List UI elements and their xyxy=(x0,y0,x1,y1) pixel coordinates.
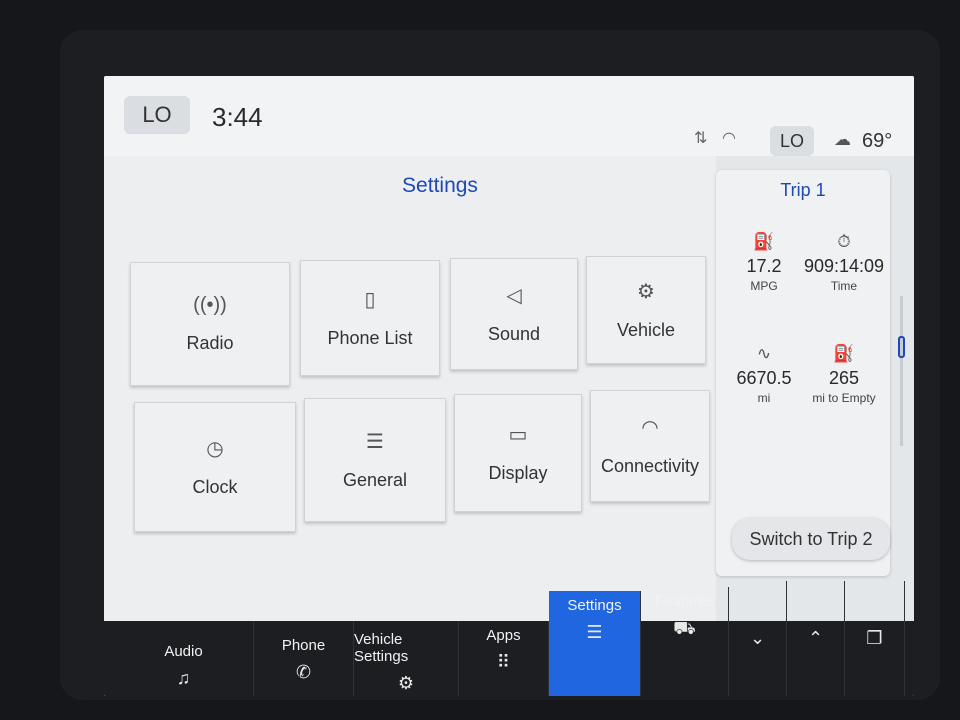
tile-clock[interactable]: ◷ Clock xyxy=(134,402,296,532)
signal-updown-icon: ⇅ xyxy=(694,130,708,147)
tile-label: Clock xyxy=(192,477,238,497)
nav-label: Settings xyxy=(567,597,622,614)
switch-trip-button[interactable]: Switch to Trip 2 xyxy=(732,518,890,560)
vehicle-settings-icon: ⚙ xyxy=(397,673,415,693)
road-distance-icon: ∿ xyxy=(756,344,772,363)
nav-phone[interactable]: Phone ✆ xyxy=(254,621,354,696)
sliders-icon: ☰ xyxy=(586,622,603,642)
chevron-up-icon[interactable]: ⌃ xyxy=(787,581,845,696)
radio-antenna-icon: ((•)) xyxy=(193,294,227,316)
window-stack-icon[interactable]: ❐ xyxy=(845,581,905,696)
weather-thermometer-icon: ☁ xyxy=(834,130,851,149)
sliders-icon: ☰ xyxy=(366,431,384,453)
wifi-icon: ◠ xyxy=(722,130,736,147)
metric-unit: Time xyxy=(830,279,858,293)
page-title: Settings xyxy=(402,174,478,197)
nav-label: Features xyxy=(654,593,715,610)
scrollbar-thumb[interactable] xyxy=(898,336,905,358)
nav-vehicle-settings[interactable]: Vehicle Settings ⚙ xyxy=(354,621,459,696)
apps-grid-icon: ⠿ xyxy=(496,652,511,672)
touch-screen: LO 3:44 ⇅ ◠ LO ☁ 69° Settings ((•)) Radi… xyxy=(104,76,914,696)
fuel-economy-icon: ⛽ xyxy=(753,232,775,251)
phone-list-icon: ▯ xyxy=(364,289,376,311)
nav-settings[interactable]: Settings ☰ xyxy=(549,591,641,696)
stopwatch-icon: ⏱ xyxy=(837,232,851,251)
tile-general[interactable]: ☰ General xyxy=(304,398,446,522)
metric-value: 17.2 xyxy=(746,256,782,276)
metric-unit: mi xyxy=(757,391,771,405)
tile-label: General xyxy=(342,470,408,490)
trip-panel: Trip 1 ⛽ 17.2 MPG ⏱ 909:14:09 Time ∿ 667… xyxy=(716,170,890,576)
tile-label: Connectivity xyxy=(600,456,700,476)
display-icon: ▭ xyxy=(508,424,528,446)
tile-sound[interactable]: ◁ Sound xyxy=(450,258,578,370)
tile-label: Vehicle xyxy=(616,320,676,340)
nav-label: Audio xyxy=(164,643,203,660)
tile-label: Radio xyxy=(186,333,234,353)
clock-icon: ◷ xyxy=(206,438,224,460)
tile-connectivity[interactable]: ◠ Connectivity xyxy=(590,390,710,502)
trip-title: Trip 1 xyxy=(780,180,826,200)
nav-label: Vehicle Settings xyxy=(354,631,409,665)
speaker-icon: ◁ xyxy=(506,285,522,307)
clock-time: 3:44 xyxy=(212,102,263,132)
chevron-down-icon[interactable]: ⌄ xyxy=(729,581,787,696)
outside-temperature: 69° xyxy=(862,130,893,152)
trip-metric-distance: ∿ 6670.5 mi xyxy=(722,344,806,405)
status-bar: LO 3:44 ⇅ ◠ LO ☁ 69° xyxy=(104,76,914,156)
metric-value: 909:14:09 xyxy=(803,256,885,276)
nav-apps[interactable]: Apps ⠿ xyxy=(459,621,549,696)
tile-phone-list[interactable]: ▯ Phone List xyxy=(300,260,440,376)
nav-audio[interactable]: Audio ♫ xyxy=(114,621,254,696)
wifi-icon: ◠ xyxy=(641,417,659,439)
nav-label: Apps xyxy=(486,627,521,644)
climate-temp-left[interactable]: LO xyxy=(124,96,190,134)
phone-icon: ✆ xyxy=(295,662,312,682)
metric-unit: MPG xyxy=(750,279,778,293)
metric-unit: mi to Empty xyxy=(812,391,876,405)
fuel-pump-icon: ⛽ xyxy=(833,344,855,363)
trip-metric-mpg: ⛽ 17.2 MPG xyxy=(722,232,806,293)
scrollbar-track[interactable] xyxy=(900,296,903,446)
metric-value: 6670.5 xyxy=(736,368,792,388)
tile-radio[interactable]: ((•)) Radio xyxy=(130,262,290,386)
tile-label: Display xyxy=(488,463,548,483)
nav-label: Phone xyxy=(281,637,326,654)
tile-label: Phone List xyxy=(327,328,413,348)
trip-metric-range: ⛽ 265 mi to Empty xyxy=(802,344,886,405)
climate-temp-right[interactable]: LO xyxy=(770,126,814,156)
tile-vehicle[interactable]: ⚙ Vehicle xyxy=(586,256,706,364)
metric-value: 265 xyxy=(828,368,860,388)
tile-display[interactable]: ▭ Display xyxy=(454,394,582,512)
nav-features[interactable]: Features ⛟ xyxy=(641,587,729,696)
vehicle-settings-icon: ⚙ xyxy=(637,281,655,303)
tile-label: Sound xyxy=(487,324,541,344)
trip-metric-time: ⏱ 909:14:09 Time xyxy=(802,232,886,293)
music-note-icon: ♫ xyxy=(176,668,191,688)
car-icon: ⛟ xyxy=(673,618,696,638)
bottom-nav: Audio ♫ Phone ✆ Vehicle Settings ⚙ Apps … xyxy=(104,581,914,696)
